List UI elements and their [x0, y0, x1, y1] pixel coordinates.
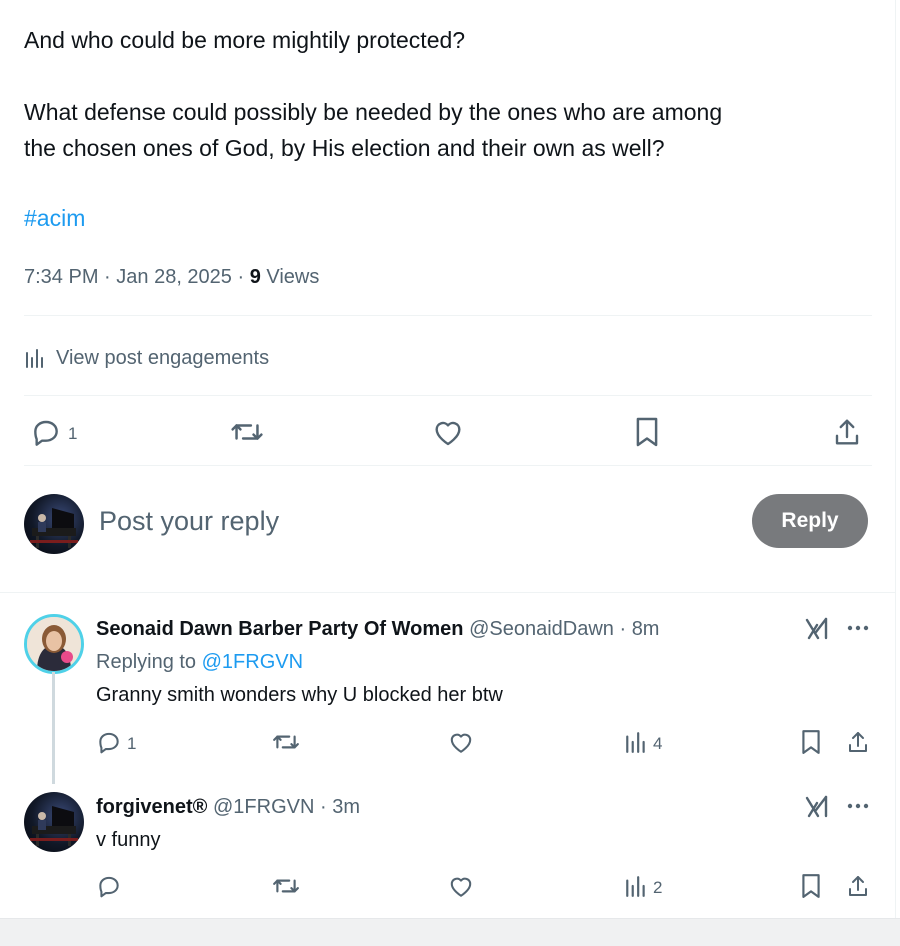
divider — [0, 592, 896, 593]
divider — [24, 315, 872, 316]
repost-button[interactable] — [272, 724, 300, 760]
comment-author-name[interactable]: Seonaid Dawn Barber Party Of Women — [96, 618, 464, 640]
views-count: 2 — [653, 877, 663, 897]
replying-to: Replying to @1FRGVN — [96, 651, 304, 673]
hashtag-link[interactable]: #acim — [24, 200, 85, 236]
view-engagements-link[interactable]: View post engagements — [24, 340, 269, 376]
divider — [24, 395, 872, 396]
avatar-image — [30, 508, 78, 548]
post-text-line: And who could be more mightily protected… — [24, 27, 466, 53]
view-engagements-label: View post engagements — [56, 346, 270, 369]
bookmark-icon — [802, 874, 820, 898]
reply-submit-button[interactable]: Reply — [752, 494, 868, 548]
comment-header: Seonaid Dawn Barber Party Of Women @Seon… — [96, 618, 660, 640]
bookmark-button[interactable] — [800, 724, 822, 760]
like-button[interactable] — [432, 410, 464, 454]
more-icon[interactable] — [846, 618, 870, 638]
like-icon — [435, 421, 461, 446]
views-label: Views — [260, 266, 320, 288]
analytics-icon — [626, 732, 645, 753]
reply-icon — [99, 876, 119, 898]
reply-button[interactable] — [96, 868, 122, 904]
share-button[interactable] — [846, 868, 870, 904]
comment-author-name[interactable]: forgivenet® — [96, 796, 207, 818]
comment-author-handle[interactable]: @SeonaidDawn — [469, 618, 614, 640]
views-count: 4 — [653, 733, 663, 753]
analytics-icon — [626, 876, 645, 897]
comment-time[interactable]: 3m — [332, 796, 360, 818]
reply-count: 1 — [68, 424, 78, 443]
bottom-bar — [0, 918, 900, 946]
repost-button[interactable] — [272, 868, 300, 904]
like-icon — [450, 733, 472, 753]
repost-button[interactable] — [230, 410, 264, 454]
grok-icon[interactable] — [804, 794, 830, 820]
post-text-line: the chosen ones of God, by His election … — [24, 135, 665, 161]
repost-icon — [231, 424, 263, 440]
views-count: 9 — [249, 266, 261, 288]
avatar[interactable] — [24, 792, 84, 852]
comment-time[interactable]: 8m — [632, 618, 660, 640]
grok-icon[interactable] — [804, 616, 830, 642]
post-meta: 7:34 PM · Jan 28, 2025 · 9 Views — [24, 266, 320, 288]
bookmark-icon — [636, 417, 658, 447]
comment-action-bar: 2 — [96, 868, 872, 904]
comment-header: forgivenet® @1FRGVN · 3m — [96, 796, 360, 818]
post-body: And who could be more mightily protected… — [24, 22, 864, 166]
reply-button[interactable]: 1 — [96, 724, 136, 760]
reply-icon — [34, 420, 58, 446]
bookmark-button[interactable] — [634, 410, 660, 454]
replying-to-handle[interactable]: @1FRGVN — [202, 651, 303, 673]
share-icon — [835, 419, 859, 445]
like-button[interactable] — [448, 724, 474, 760]
reply-composer: Post your reply Reply — [24, 494, 872, 554]
post-action-bar: 1 — [24, 410, 872, 454]
post-detail-page: And who could be more mightily protected… — [0, 0, 896, 946]
reply-button[interactable]: 1 — [30, 410, 77, 454]
avatar-image — [30, 806, 78, 846]
thread-line — [52, 672, 55, 784]
divider — [24, 465, 872, 466]
analytics-icon — [26, 349, 43, 368]
post-time[interactable]: 7:34 PM — [24, 266, 98, 288]
reply-count: 1 — [127, 733, 137, 753]
bookmark-icon — [802, 730, 820, 754]
like-button[interactable] — [448, 868, 474, 904]
like-icon — [450, 877, 472, 897]
share-button[interactable] — [832, 410, 862, 454]
analytics-button[interactable]: 4 — [624, 724, 662, 760]
avatar[interactable] — [24, 494, 84, 554]
comment-action-bar: 1 4 — [96, 724, 872, 760]
bookmark-button[interactable] — [800, 868, 822, 904]
repost-icon — [273, 879, 299, 893]
analytics-button[interactable]: 2 — [624, 868, 662, 904]
comment-author-handle[interactable]: @1FRGVN — [213, 796, 314, 818]
comment-text: Granny smith wonders why U blocked her b… — [96, 684, 503, 706]
avatar[interactable] — [24, 614, 84, 674]
share-icon — [849, 876, 867, 896]
post-text-line: What defense could possibly be needed by… — [24, 99, 723, 125]
post-date[interactable]: Jan 28, 2025 — [116, 266, 232, 288]
comment-text: v funny — [96, 829, 161, 851]
repost-icon — [273, 735, 299, 749]
share-button[interactable] — [846, 724, 870, 760]
share-icon — [849, 732, 867, 752]
avatar-image — [27, 617, 81, 671]
reply-icon — [99, 732, 119, 754]
reply-input[interactable]: Post your reply — [99, 506, 279, 537]
more-icon[interactable] — [846, 796, 870, 816]
